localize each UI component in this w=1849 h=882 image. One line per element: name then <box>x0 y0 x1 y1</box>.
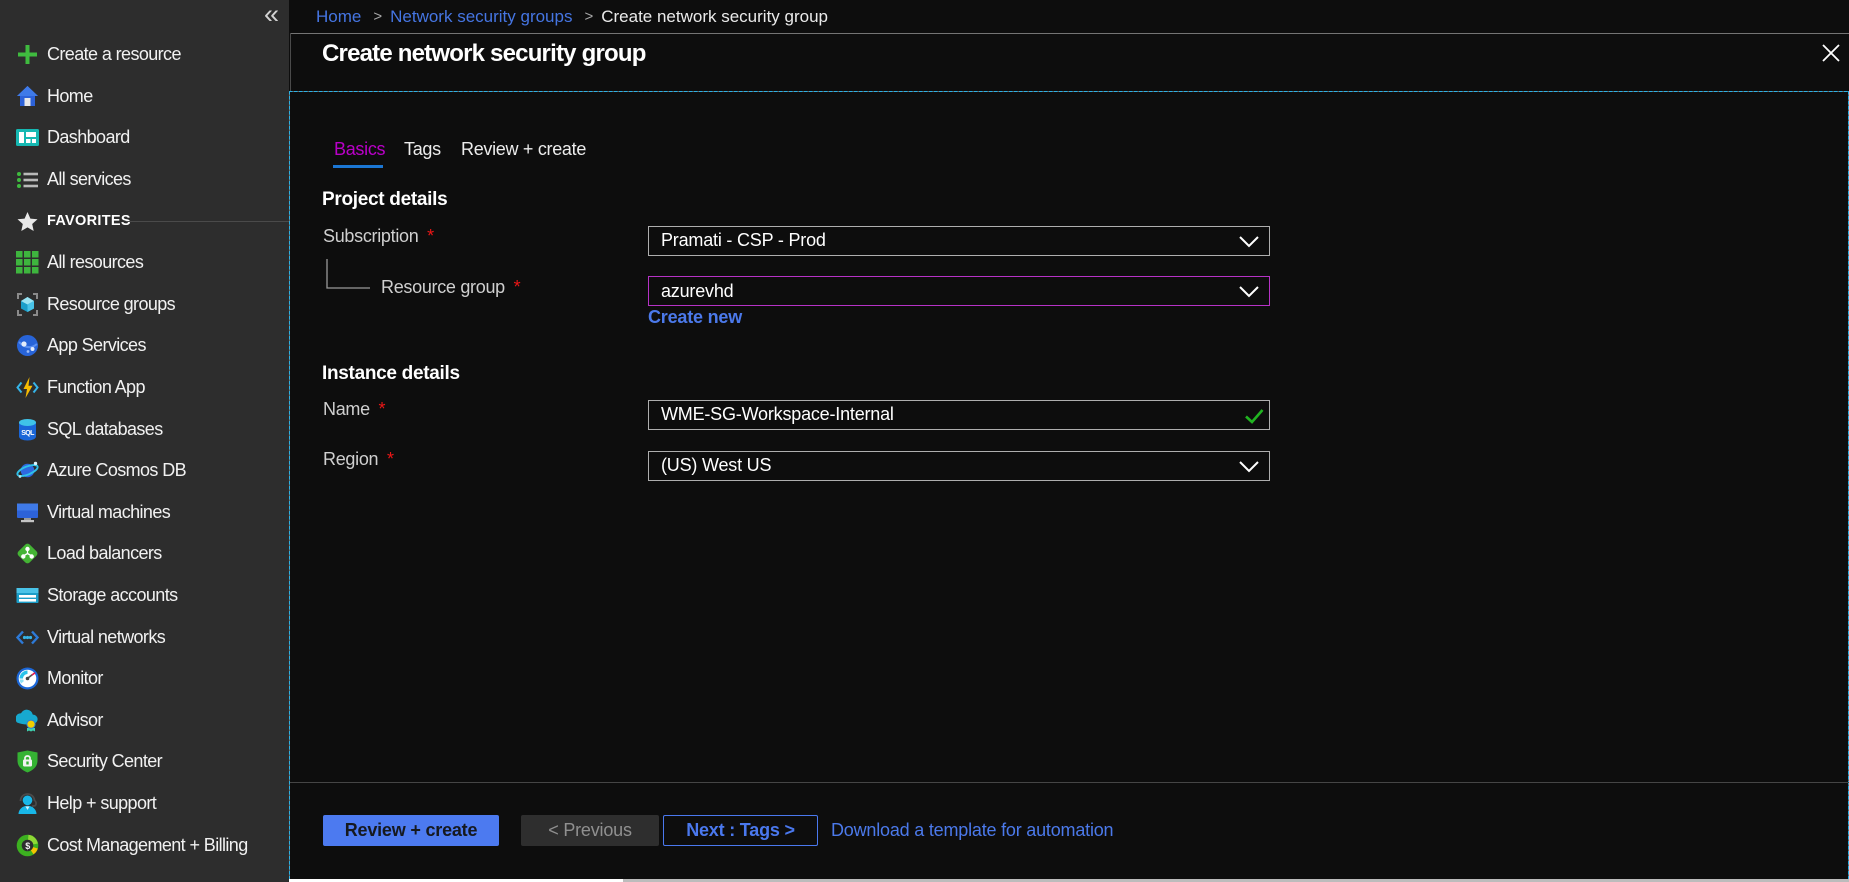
svg-text:SQL: SQL <box>21 430 35 437</box>
svg-text:$: $ <box>25 841 30 851</box>
